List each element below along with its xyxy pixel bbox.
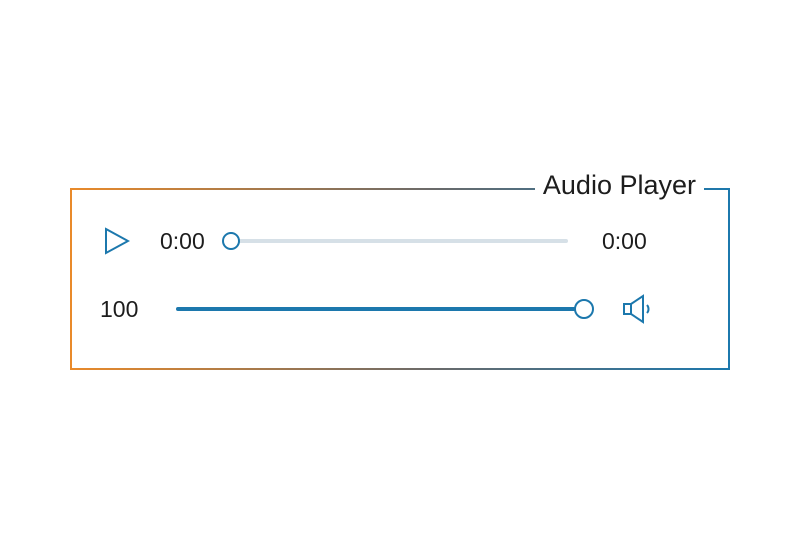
volume-value: 100 xyxy=(100,296,146,323)
panel-title: Audio Player xyxy=(535,172,704,199)
seek-slider[interactable] xyxy=(222,231,568,251)
play-icon xyxy=(104,227,130,255)
audio-player-panel: Audio Player 0:00 0:00 100 xyxy=(70,188,730,370)
speaker-icon xyxy=(621,293,655,325)
volume-track xyxy=(176,307,584,311)
seek-thumb[interactable] xyxy=(222,232,240,250)
volume-thumb[interactable] xyxy=(574,299,594,319)
volume-slider[interactable] xyxy=(176,299,594,319)
play-button[interactable] xyxy=(102,226,132,256)
total-time: 0:00 xyxy=(602,228,647,255)
volume-row: 100 xyxy=(72,284,728,334)
current-time: 0:00 xyxy=(160,228,212,255)
seek-track xyxy=(232,239,568,243)
playback-row: 0:00 0:00 xyxy=(72,216,728,266)
mute-button[interactable] xyxy=(620,291,656,327)
